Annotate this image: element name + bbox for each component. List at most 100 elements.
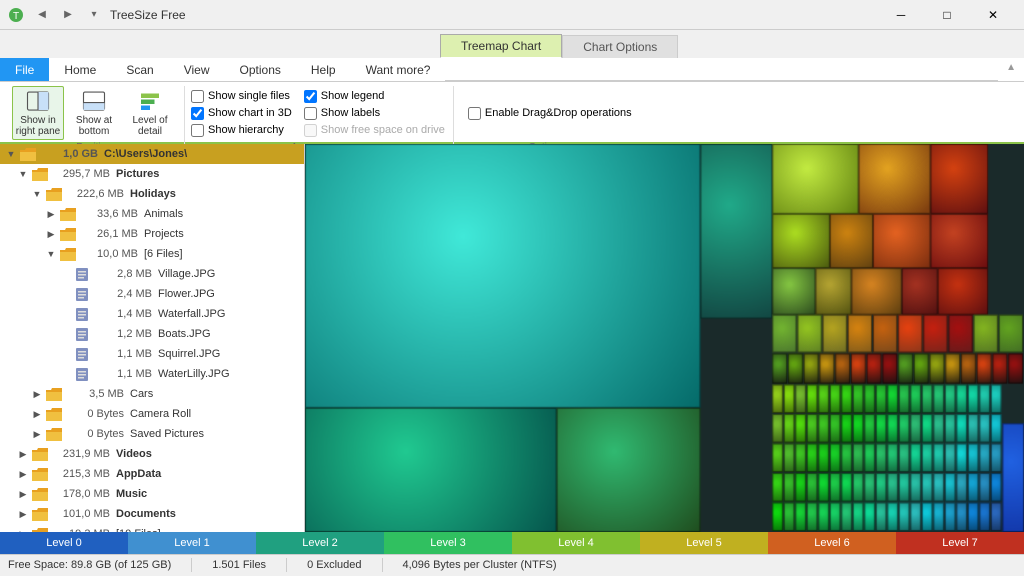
expand-btn[interactable]	[58, 307, 72, 321]
tree-item[interactable]: 1,4 MBWaterfall.JPG	[0, 304, 304, 324]
expand-btn[interactable]: ▶	[16, 467, 30, 481]
tree-item[interactable]: 1,1 MBSquirrel.JPG	[0, 344, 304, 364]
root-expand[interactable]: ▼	[4, 147, 18, 161]
show-legend-checkbox[interactable]	[304, 90, 317, 103]
item-size: 222,6 MB	[64, 188, 124, 200]
ribbon-tab-help[interactable]: Help	[296, 58, 351, 81]
maximize-button[interactable]: □	[924, 0, 970, 30]
ribbon-tab-view[interactable]: View	[169, 58, 225, 81]
ribbon-tab-file[interactable]: File	[0, 58, 49, 81]
expand-btn[interactable]: ▶	[30, 407, 44, 421]
tree-item[interactable]: ▶ 215,3 MBAppData	[0, 464, 304, 484]
expand-btn[interactable]	[58, 287, 72, 301]
enable-drag-checkbox[interactable]	[468, 107, 481, 120]
tree-item[interactable]: ▶ 3,5 MBCars	[0, 384, 304, 404]
tab-chart-options[interactable]: Chart Options	[562, 35, 678, 58]
level-item[interactable]: Level 7	[896, 532, 1024, 554]
ribbon-collapse[interactable]: ▲	[998, 58, 1024, 81]
close-button[interactable]: ✕	[970, 0, 1016, 30]
item-size: 295,7 MB	[50, 168, 110, 180]
tree-item[interactable]: 2,4 MBFlower.JPG	[0, 284, 304, 304]
minimize-button[interactable]: ─	[878, 0, 924, 30]
expand-btn[interactable]: ▶	[30, 427, 44, 441]
tree-item[interactable]: ▶ 178,0 MBMusic	[0, 484, 304, 504]
tree-item[interactable]: ▼ 222,6 MBHolidays	[0, 184, 304, 204]
tree-item[interactable]: ▶ 101,0 MBDocuments	[0, 504, 304, 524]
tab-treemap-chart[interactable]: Treemap Chart	[440, 34, 562, 58]
show-right-label: Show in right pane	[16, 115, 60, 137]
show-chart-row[interactable]: Show chart in 3D	[191, 107, 292, 120]
ribbon-tab-wantmore[interactable]: Want more?	[351, 58, 446, 81]
show-labels-row[interactable]: Show labels	[304, 107, 445, 120]
level-detail-button[interactable]: Level of detail	[124, 86, 176, 140]
tree-item[interactable]: ▶ 33,6 MBAnimals	[0, 204, 304, 224]
tree-item[interactable]: ▶ 0 BytesSaved Pictures	[0, 424, 304, 444]
show-hierarchy-checkbox[interactable]	[191, 124, 204, 137]
tree-item[interactable]: ▼ 10,0 MB[6 Files]	[0, 244, 304, 264]
show-freespace-checkbox[interactable]	[304, 124, 317, 137]
expand-btn[interactable]	[58, 327, 72, 341]
tree-item[interactable]: ▶ 0 BytesCamera Roll	[0, 404, 304, 424]
expand-btn[interactable]: ▼	[16, 167, 30, 181]
item-size: 2,8 MB	[92, 268, 152, 280]
folder-icon	[32, 448, 48, 461]
expand-btn[interactable]: ▼	[44, 247, 58, 261]
level-item[interactable]: Level 2	[256, 532, 384, 554]
tree-item[interactable]: 2,8 MBVillage.JPG	[0, 264, 304, 284]
file-icon	[74, 328, 90, 341]
dropdown-button[interactable]: ▾	[82, 4, 106, 26]
item-name: Music	[116, 488, 147, 500]
show-right-pane-button[interactable]: Show in right pane	[12, 86, 64, 140]
folder-icon	[32, 488, 48, 501]
show-legend-label: Show legend	[321, 90, 385, 102]
tree-item[interactable]: ▼ 295,7 MBPictures	[0, 164, 304, 184]
expand-btn[interactable]: ▶	[16, 487, 30, 501]
show-hierarchy-label: Show hierarchy	[208, 124, 284, 136]
tree-item[interactable]: ▶ 19,3 MB[10 Files]	[0, 524, 304, 532]
level-bar: Level 0Level 1Level 2Level 3Level 4Level…	[0, 532, 1024, 554]
tree-item[interactable]: 1,2 MBBoats.JPG	[0, 324, 304, 344]
show-single-checkbox[interactable]	[191, 90, 204, 103]
level-item[interactable]: Level 5	[640, 532, 768, 554]
nav-buttons: ◀ ▶ ▾	[30, 4, 106, 26]
tree-item[interactable]: ▶ 26,1 MBProjects	[0, 224, 304, 244]
folder-icon	[32, 168, 48, 181]
expand-btn[interactable]	[58, 367, 72, 381]
show-labels-label: Show labels	[321, 107, 380, 119]
ribbon-tab-home[interactable]: Home	[49, 58, 111, 81]
expand-btn[interactable]	[58, 267, 72, 281]
enable-drag-row[interactable]: Enable Drag&Drop operations	[468, 107, 632, 120]
tree-pane[interactable]: ▼ 1,0 GB C:\Users\Jones\ ▼ 295,7 MBPictu…	[0, 144, 305, 532]
level-item[interactable]: Level 3	[384, 532, 512, 554]
show-hierarchy-row[interactable]: Show hierarchy	[191, 124, 292, 137]
expand-btn[interactable]	[58, 347, 72, 361]
back-button[interactable]: ◀	[30, 4, 54, 26]
folder-icon	[32, 468, 48, 481]
show-chart-checkbox[interactable]	[191, 107, 204, 120]
show-single-row[interactable]: Show single files	[191, 90, 292, 103]
chart-pane	[305, 144, 1024, 532]
tree-root[interactable]: ▼ 1,0 GB C:\Users\Jones\	[0, 144, 304, 164]
expand-btn[interactable]: ▶	[44, 227, 58, 241]
show-bottom-button[interactable]: Show at bottom	[68, 86, 120, 140]
show-labels-checkbox[interactable]	[304, 107, 317, 120]
expand-btn[interactable]: ▶	[16, 447, 30, 461]
level-item[interactable]: Level 1	[128, 532, 256, 554]
level-item[interactable]: Level 6	[768, 532, 896, 554]
show-legend-row[interactable]: Show legend	[304, 90, 445, 103]
expand-btn[interactable]: ▶	[44, 207, 58, 221]
level-item[interactable]: Level 4	[512, 532, 640, 554]
tree-item[interactable]: ▶ 231,9 MBVideos	[0, 444, 304, 464]
forward-button[interactable]: ▶	[56, 4, 80, 26]
show-freespace-row[interactable]: Show free space on drive	[304, 124, 445, 137]
tree-item[interactable]: 1,1 MBWaterLilly.JPG	[0, 364, 304, 384]
ribbon-tab-scan[interactable]: Scan	[111, 58, 168, 81]
file-icon	[74, 288, 90, 301]
main-area: ▼ 1,0 GB C:\Users\Jones\ ▼ 295,7 MBPictu…	[0, 144, 1024, 554]
item-name: AppData	[116, 468, 161, 480]
ribbon-tab-options[interactable]: Options	[225, 58, 296, 81]
expand-btn[interactable]: ▶	[30, 387, 44, 401]
expand-btn[interactable]: ▶	[16, 507, 30, 521]
expand-btn[interactable]: ▼	[30, 187, 44, 201]
level-item[interactable]: Level 0	[0, 532, 128, 554]
